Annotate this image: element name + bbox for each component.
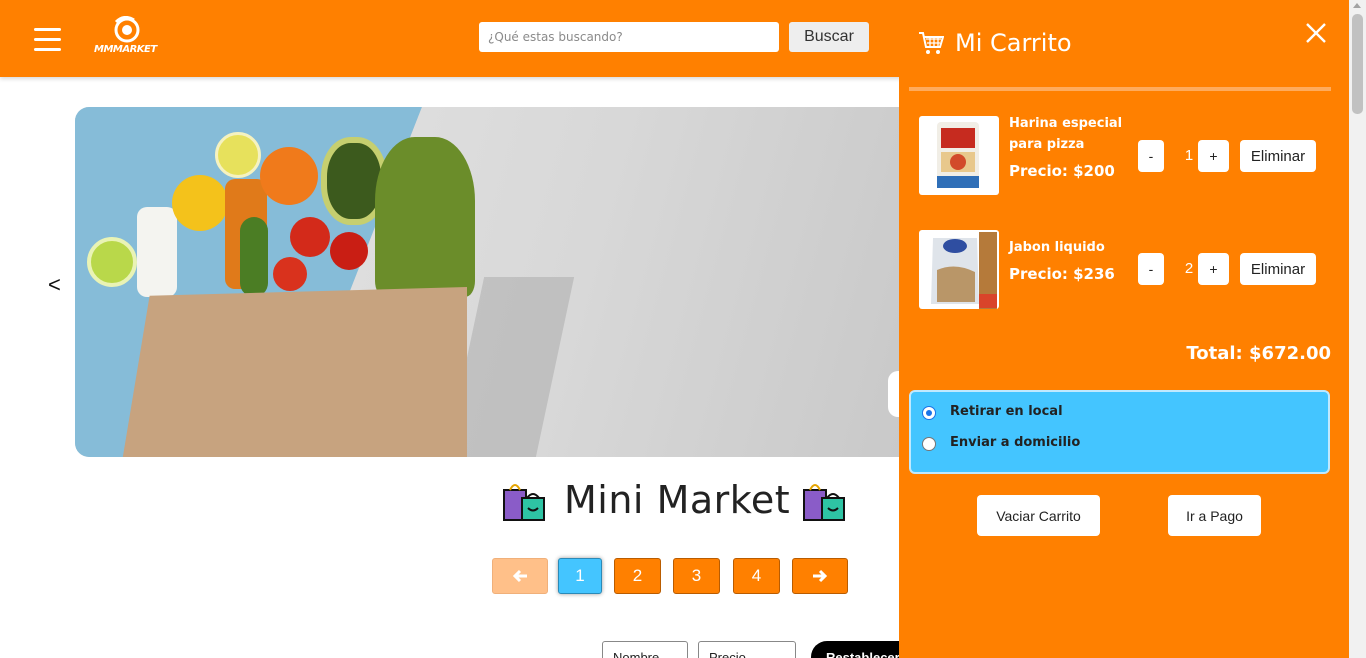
carousel-next-tab[interactable] [888,371,899,417]
page: MMMARKET Buscar < Mini Marke [0,0,1366,658]
logo-text: MMMARKET [94,44,157,55]
tomato-image-3 [273,257,307,291]
pineapple-image [375,137,475,297]
quantity-value: 2 [1184,260,1194,277]
scrollbar-thumb[interactable] [1352,14,1363,114]
logo-icon [114,15,140,43]
cart-item-price: Precio: $236 [1009,265,1115,283]
clear-cart-button[interactable]: Vaciar Carrito [977,495,1100,536]
remove-item-button[interactable]: Eliminar [1240,253,1316,285]
paper-bag-image [122,287,467,457]
close-icon[interactable] [1305,22,1327,44]
checkout-button[interactable]: Ir a Pago [1168,495,1261,536]
milk-bottle-image [137,207,177,297]
decrease-quantity-button[interactable]: - [1138,253,1164,285]
pagination-prev-button[interactable] [492,558,548,594]
home-delivery-radio[interactable] [922,437,936,451]
shopping-bags-icon [503,484,545,521]
cart-item-name: Jabon liquido [1009,240,1105,255]
pagination-page-1[interactable]: 1 [558,558,602,594]
arrow-right-icon [813,569,828,583]
cart-icon [919,32,944,54]
hero-banner [75,107,899,457]
lemon-slice-image [215,132,261,178]
tomato-image-2 [330,232,368,270]
page-title-text: Mini Market [564,478,791,522]
search-input[interactable] [479,22,779,52]
increase-quantity-button[interactable]: + [1198,140,1229,172]
product-image-harina [919,116,999,195]
pagination-page-2[interactable]: 2 [614,558,661,594]
shopping-bags-icon [803,484,845,521]
cart-total: Total: $672.00 [1186,343,1331,364]
cucumber-image [240,217,268,297]
cart-item-name: Harina especial para pizza [1009,116,1123,152]
page-title: Mini Market [500,476,850,526]
product-image-jabon [919,230,999,309]
decrease-quantity-button[interactable]: - [1138,140,1164,172]
scroll-up-icon[interactable] [1353,3,1361,8]
pickup-label[interactable]: Retirar en local [950,404,1063,419]
pickup-radio[interactable] [922,406,936,420]
price-sort-select[interactable]: Precio [698,641,796,658]
menu-icon[interactable] [34,28,62,54]
search-button[interactable]: Buscar [789,22,869,52]
scrollbar[interactable] [1349,0,1366,658]
tomato-image [290,217,330,257]
logo[interactable]: MMMARKET [94,15,162,60]
home-delivery-label[interactable]: Enviar a domicilio [950,435,1080,450]
carousel-prev-button[interactable]: < [48,272,61,298]
cart-item-price: Precio: $200 [1009,162,1115,180]
arrow-left-icon [512,569,527,583]
increase-quantity-button[interactable]: + [1198,253,1229,285]
pagination-next-button[interactable] [792,558,848,594]
delivery-options: Retirar en local Enviar a domicilio [909,390,1330,474]
cart-panel: Mi Carrito Harina especial para pizza Pr… [899,0,1349,658]
name-sort-select[interactable]: Nombre [602,641,688,658]
cart-title: Mi Carrito [955,29,1072,57]
lime-image [87,237,137,287]
orange-image [260,147,318,205]
lemon-image [172,175,228,231]
quantity-value: 1 [1184,147,1194,164]
pagination-page-3[interactable]: 3 [673,558,720,594]
divider [909,87,1331,91]
pagination-page-4[interactable]: 4 [733,558,780,594]
remove-item-button[interactable]: Eliminar [1240,140,1316,172]
